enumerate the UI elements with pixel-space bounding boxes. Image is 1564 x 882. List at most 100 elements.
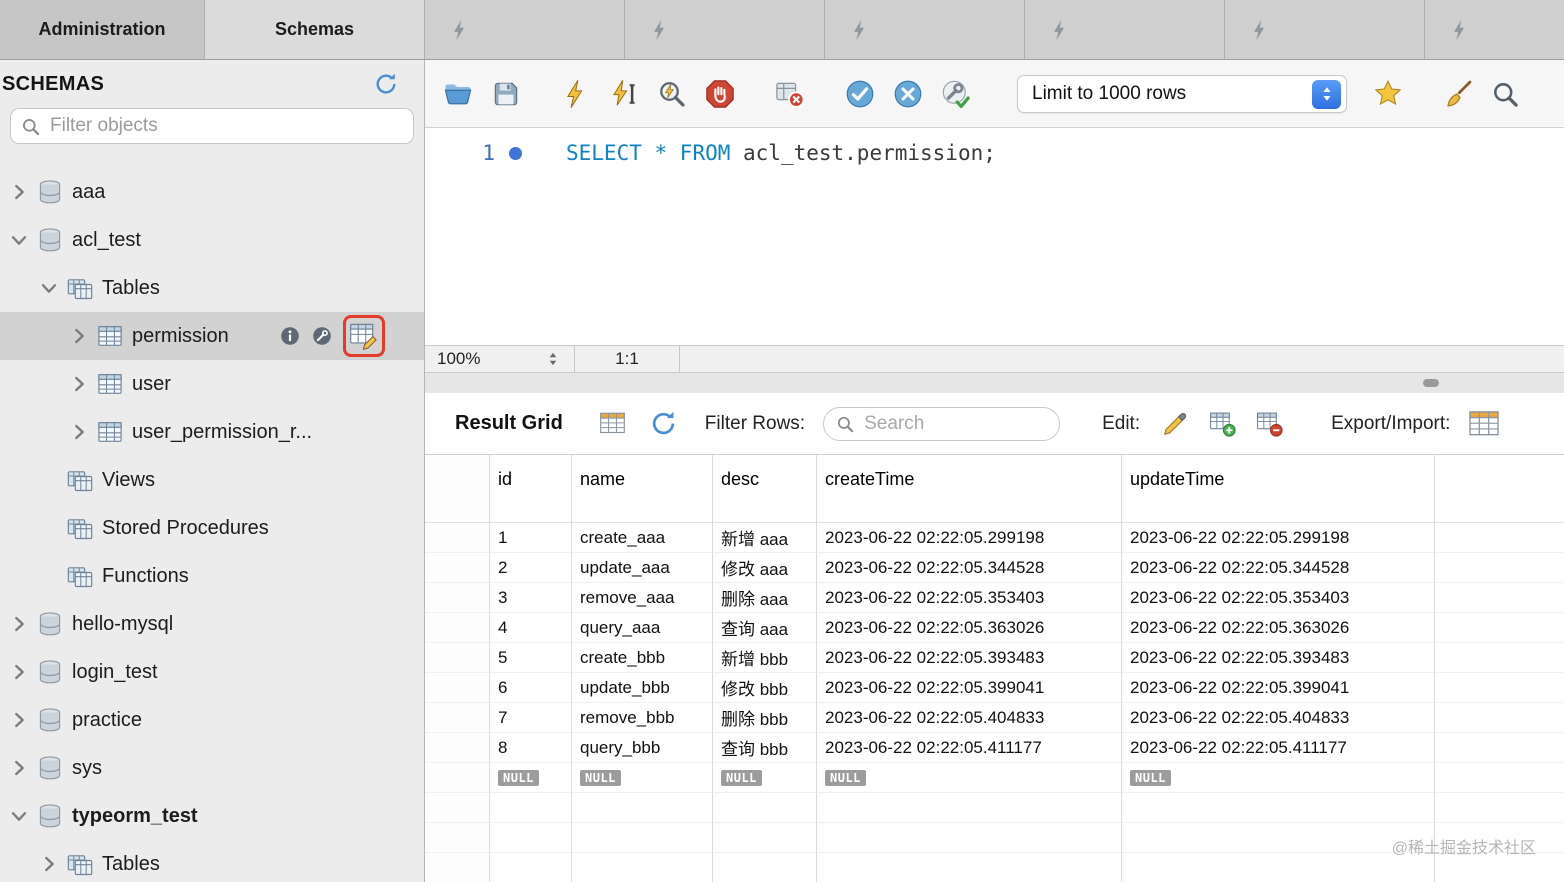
row-gutter[interactable] xyxy=(425,793,490,823)
cell-name[interactable]: remove_bbb xyxy=(572,703,713,733)
row-gutter[interactable] xyxy=(425,733,490,763)
cell-name[interactable]: remove_aaa xyxy=(572,583,713,613)
cell-desc[interactable]: 查询 bbb xyxy=(713,733,817,763)
cell-id[interactable]: 1 xyxy=(490,523,572,553)
chevron-down-icon[interactable] xyxy=(8,229,30,251)
edit-record-icon[interactable] xyxy=(1162,410,1189,437)
cell-id[interactable]: NULL xyxy=(490,763,572,793)
zoom-control[interactable]: 100% xyxy=(425,346,575,372)
cell-id[interactable]: 7 xyxy=(490,703,572,733)
table-row[interactable]: 6update_bbb修改 bbb2023-06-22 02:22:05.399… xyxy=(425,673,1564,703)
rollback-icon[interactable] xyxy=(893,79,923,109)
cell-id[interactable]: 6 xyxy=(490,673,572,703)
cell-name[interactable]: update_bbb xyxy=(572,673,713,703)
row-limit-dropdown[interactable]: Limit to 1000 rows xyxy=(1017,75,1347,113)
cell-id[interactable]: 5 xyxy=(490,643,572,673)
query-tab[interactable] xyxy=(1425,0,1564,59)
cell-id[interactable]: 8 xyxy=(490,733,572,763)
column-header-name[interactable]: name xyxy=(572,455,713,523)
row-gutter[interactable] xyxy=(425,703,490,733)
tree-item-views[interactable]: Views xyxy=(0,456,424,504)
cell-updateTime[interactable]: 2023-06-22 02:22:05.344528 xyxy=(1122,553,1435,583)
tree-item-login-test[interactable]: login_test xyxy=(0,648,424,696)
cell-createTime[interactable]: 2023-06-22 02:22:05.411177 xyxy=(817,733,1122,763)
cell-createTime[interactable]: 2023-06-22 02:22:05.393483 xyxy=(817,643,1122,673)
column-header-updateTime[interactable]: updateTime xyxy=(1122,455,1435,523)
cell-updateTime[interactable]: 2023-06-22 02:22:05.404833 xyxy=(1122,703,1435,733)
cell-createTime[interactable]: 2023-06-22 02:22:05.344528 xyxy=(817,553,1122,583)
clean-editor-icon[interactable] xyxy=(1443,79,1473,109)
cell-updateTime[interactable]: 2023-06-22 02:22:05.393483 xyxy=(1122,643,1435,673)
filter-rows-search-box[interactable] xyxy=(823,407,1060,441)
cell-desc[interactable]: 删除 aaa xyxy=(713,583,817,613)
tree-item-permission[interactable]: permission xyxy=(0,312,424,360)
tree-item-acl-test[interactable]: acl_test xyxy=(0,216,424,264)
tree-item-tables[interactable]: Tables xyxy=(0,264,424,312)
dropdown-stepper-icon[interactable] xyxy=(1312,80,1341,109)
cell-createTime[interactable]: 2023-06-22 02:22:05.404833 xyxy=(817,703,1122,733)
toggle-autocommit-icon[interactable] xyxy=(941,79,971,109)
scrollbar-thumb[interactable] xyxy=(1423,379,1439,387)
query-tab[interactable] xyxy=(625,0,825,59)
insert-row-icon[interactable] xyxy=(1209,410,1236,437)
tree-item-user-permission-r[interactable]: user_permission_r... xyxy=(0,408,424,456)
cell-name[interactable]: update_aaa xyxy=(572,553,713,583)
grid-view-icon[interactable] xyxy=(599,410,626,437)
query-tab[interactable] xyxy=(825,0,1025,59)
query-tab[interactable] xyxy=(1025,0,1225,59)
refresh-results-icon[interactable] xyxy=(650,410,677,437)
query-tab[interactable] xyxy=(425,0,625,59)
cell-desc[interactable]: 新增 bbb xyxy=(713,643,817,673)
horizontal-scrollbar[interactable] xyxy=(425,373,1564,393)
row-gutter[interactable] xyxy=(425,523,490,553)
row-gutter[interactable] xyxy=(425,583,490,613)
save-script-icon[interactable] xyxy=(491,79,521,109)
chevron-down-icon[interactable] xyxy=(38,277,60,299)
beautify-script-icon[interactable] xyxy=(1373,79,1403,109)
table-row[interactable]: 4query_aaa查询 aaa 2023-06-22 02:22:05.3630… xyxy=(425,613,1564,643)
cell-name[interactable]: create_bbb xyxy=(572,643,713,673)
tree-item-tables[interactable]: Tables xyxy=(0,840,424,882)
chevron-right-icon[interactable] xyxy=(38,853,60,875)
cell-id[interactable]: 3 xyxy=(490,583,572,613)
table-info-icon[interactable] xyxy=(279,325,301,347)
tab-administration[interactable]: Administration xyxy=(0,0,205,59)
chevron-right-icon[interactable] xyxy=(68,325,90,347)
cell-desc[interactable]: 查询 aaa xyxy=(713,613,817,643)
stop-query-icon[interactable] xyxy=(705,79,735,109)
row-gutter[interactable] xyxy=(425,553,490,583)
refresh-schemas-icon[interactable] xyxy=(374,72,398,96)
cell-createTime[interactable]: NULL xyxy=(817,763,1122,793)
table-row[interactable]: 8query_bbb查询 bbb2023-06-22 02:22:05.4111… xyxy=(425,733,1564,763)
sql-code-area[interactable]: 1 SELECT * FROM acl_test.permission; xyxy=(425,128,1564,345)
cell-desc[interactable]: NULL xyxy=(713,763,817,793)
cell-updateTime[interactable]: 2023-06-22 02:22:05.399041 xyxy=(1122,673,1435,703)
cell-name[interactable]: create_aaa xyxy=(572,523,713,553)
filter-rows-input[interactable] xyxy=(862,412,1047,436)
row-gutter[interactable] xyxy=(425,853,490,882)
tree-item-user[interactable]: user xyxy=(0,360,424,408)
tree-item-aaa[interactable]: aaa xyxy=(0,168,424,216)
query-tab[interactable] xyxy=(1225,0,1425,59)
execute-query-icon[interactable] xyxy=(561,79,591,109)
cell-updateTime[interactable]: 2023-06-22 02:22:05.363026 xyxy=(1122,613,1435,643)
chevron-right-icon[interactable] xyxy=(8,661,30,683)
cell-id[interactable]: 4 xyxy=(490,613,572,643)
table-row[interactable]: 2update_aaa修改 aaa2023-06-22 02:22:05.344… xyxy=(425,553,1564,583)
cell-desc[interactable]: 新增 aaa xyxy=(713,523,817,553)
tree-item-functions[interactable]: Functions xyxy=(0,552,424,600)
cell-name[interactable]: query_aaa xyxy=(572,613,713,643)
cell-name[interactable]: NULL xyxy=(572,763,713,793)
filter-objects-input[interactable] xyxy=(48,114,403,138)
row-gutter[interactable] xyxy=(425,643,490,673)
chevron-right-icon[interactable] xyxy=(68,373,90,395)
execute-statement-icon[interactable] xyxy=(609,79,639,109)
zoom-stepper-icon[interactable] xyxy=(544,350,562,368)
tree-item-sys[interactable]: sys xyxy=(0,744,424,792)
row-gutter[interactable] xyxy=(425,763,490,793)
cell-id[interactable]: 2 xyxy=(490,553,572,583)
cell-updateTime[interactable]: 2023-06-22 02:22:05.353403 xyxy=(1122,583,1435,613)
tree-item-hello-mysql[interactable]: hello-mysql xyxy=(0,600,424,648)
row-gutter-header[interactable] xyxy=(425,455,490,523)
chevron-right-icon[interactable] xyxy=(8,181,30,203)
